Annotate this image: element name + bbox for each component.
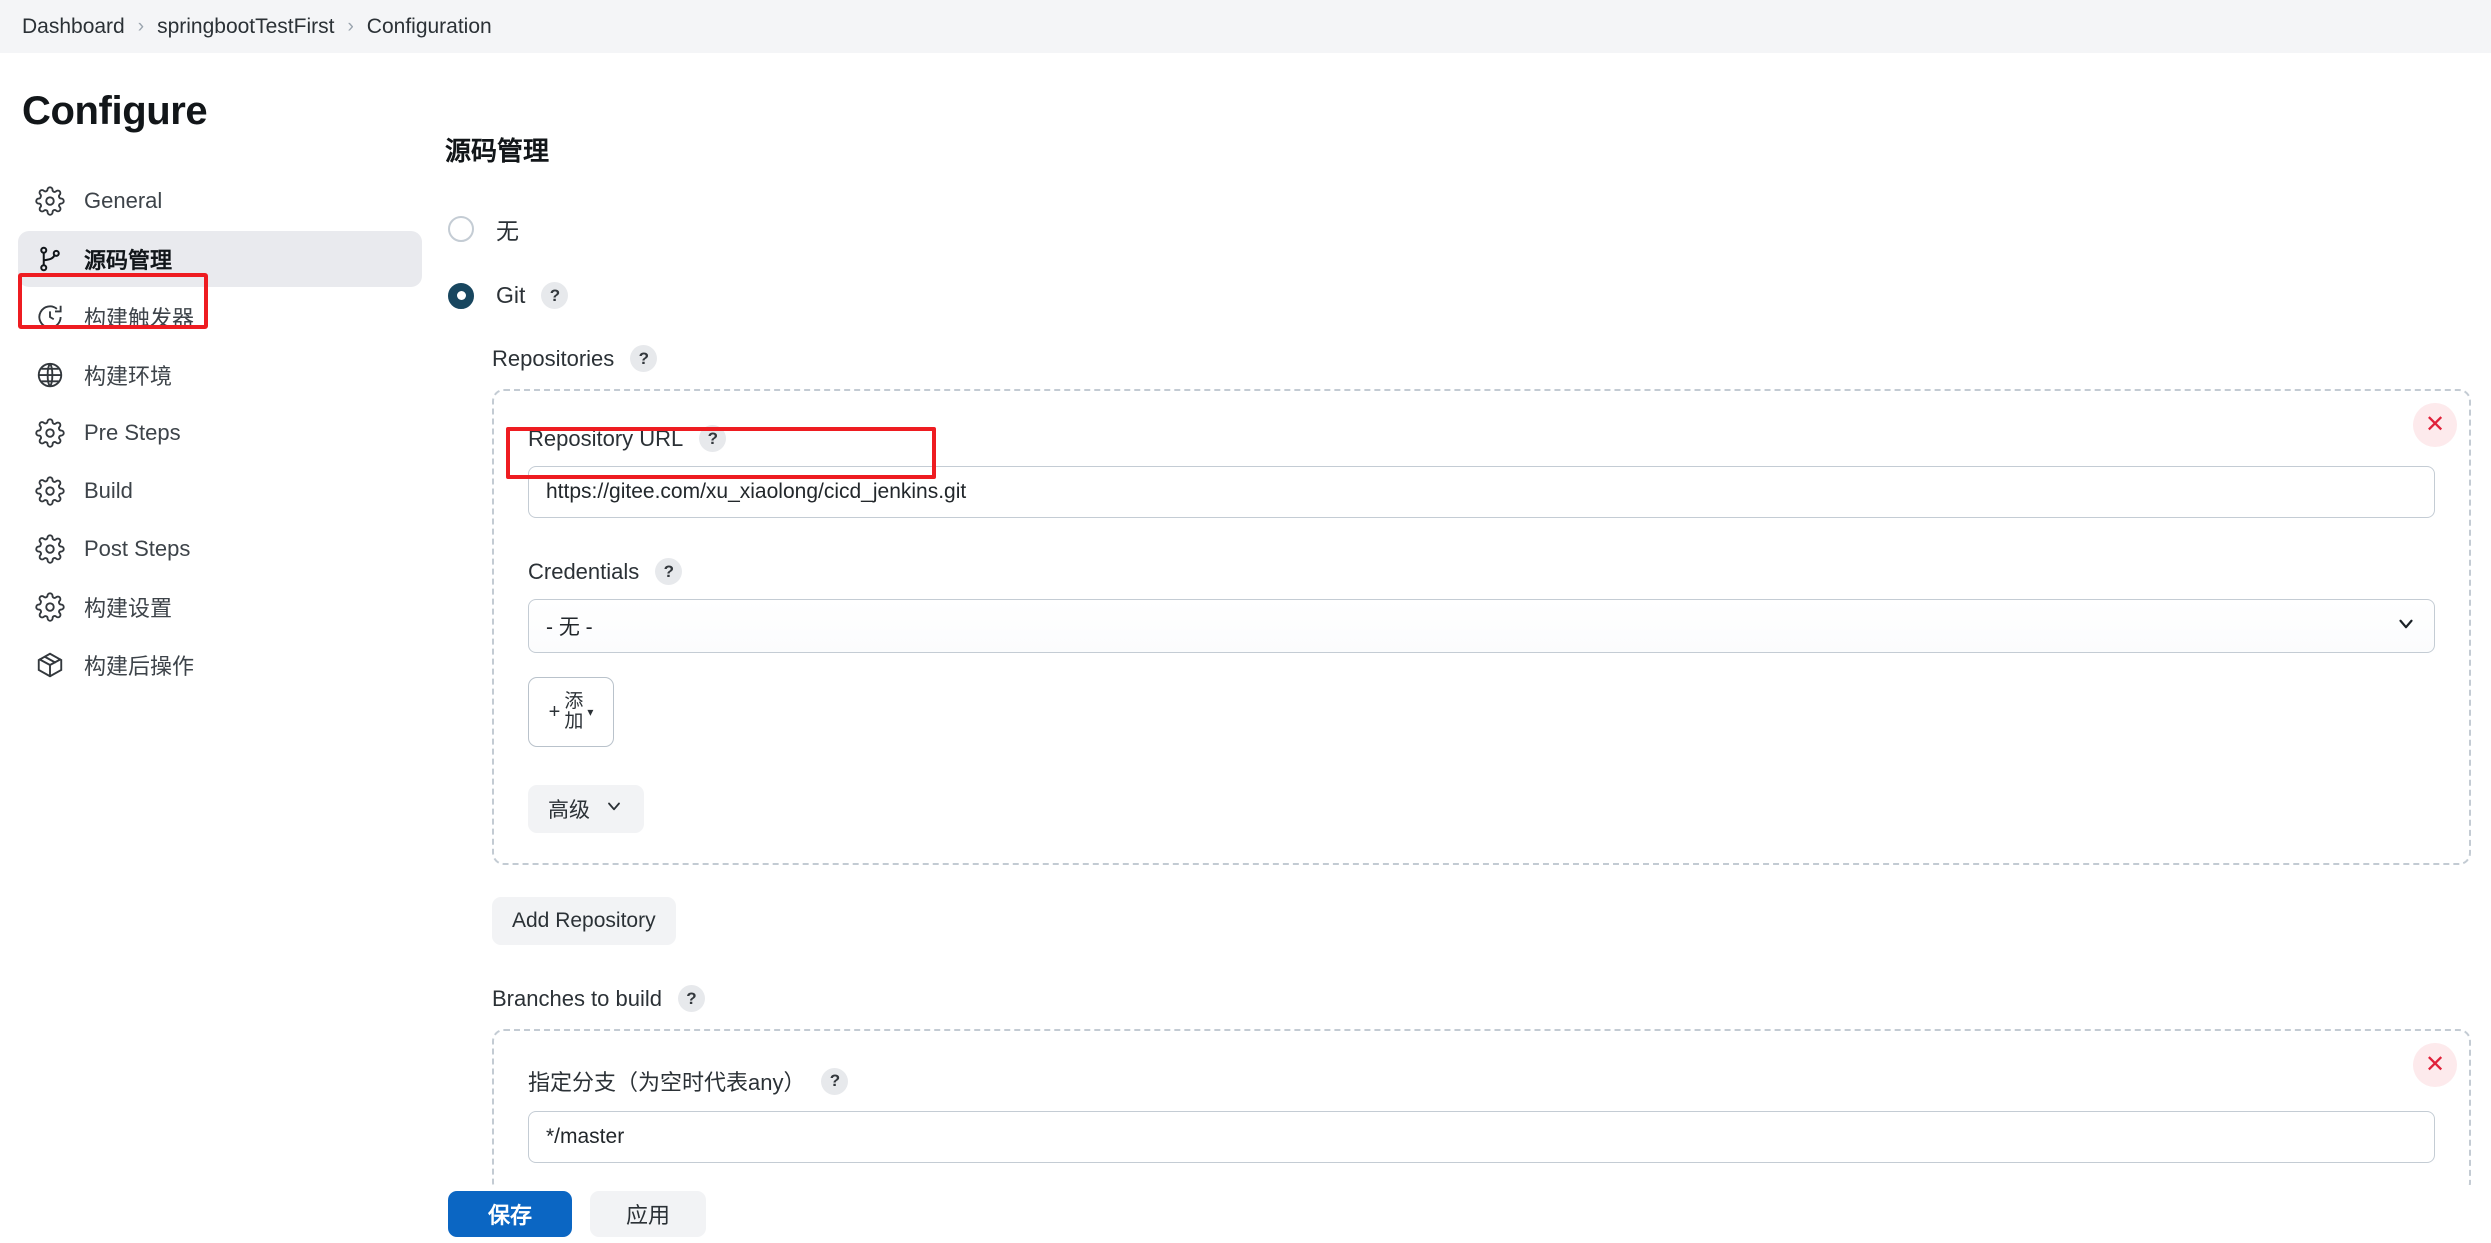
sidebar-item-label: Post Steps	[84, 536, 191, 561]
credentials-label: Credentials	[528, 558, 640, 584]
sidebar-item-label: 构建后操作	[84, 654, 195, 679]
branch-panel: ✕ 指定分支（为空时代表any） ?	[492, 1029, 2471, 1195]
breadcrumb-item-dashboard[interactable]: Dashboard	[22, 15, 125, 39]
clock-icon	[34, 301, 66, 333]
credentials-select[interactable]: - 无 -	[528, 599, 2435, 653]
main-content: 源码管理 无 Git ? Repositories ? ✕ Repository…	[440, 53, 2491, 1243]
help-icon-repository-url[interactable]: ?	[699, 425, 727, 452]
delete-branch-button[interactable]: ✕	[2413, 1043, 2457, 1087]
repository-panel: ✕ Repository URL ? Credentials ? - 无 -	[492, 389, 2471, 865]
sidebar-item-general[interactable]: General	[18, 173, 422, 229]
gear-icon	[34, 417, 66, 449]
sidebar-item-label: 构建触发器	[84, 306, 195, 331]
caret-down-icon: ▾	[587, 705, 594, 719]
repositories-label: Repositories	[492, 345, 615, 371]
sidebar-item-source-code-management[interactable]: 源码管理	[18, 231, 422, 287]
gear-icon	[34, 475, 66, 507]
sidebar: Configure General 源码管理 构建触发器 构建环境 Pre St…	[0, 53, 440, 1243]
scm-option-none[interactable]: 无	[440, 212, 2491, 246]
radio-git[interactable]	[448, 282, 474, 309]
breadcrumb-item-job[interactable]: springbootTestFirst	[157, 15, 334, 39]
package-icon	[34, 649, 66, 681]
branch-icon	[34, 243, 66, 275]
branch-spec-label: 指定分支（为空时代表any）	[528, 1070, 806, 1095]
breadcrumb-item-configuration[interactable]: Configuration	[367, 15, 492, 39]
globe-icon	[34, 359, 66, 391]
advanced-label: 高级	[548, 799, 590, 822]
add-credentials-label: 添加	[564, 691, 584, 732]
scm-option-label: Git	[496, 282, 526, 308]
git-config-body: Repositories ? ✕ Repository URL ? Creden…	[440, 345, 2491, 1243]
sidebar-nav: General 源码管理 构建触发器 构建环境 Pre Steps Build …	[0, 173, 440, 693]
radio-none[interactable]	[448, 216, 474, 242]
repositories-label-row: Repositories ?	[492, 345, 2471, 372]
sidebar-item-label: Pre Steps	[84, 420, 181, 445]
chevron-down-icon	[604, 796, 624, 822]
gear-icon	[34, 591, 66, 623]
section-title: 源码管理	[445, 136, 550, 166]
help-icon-credentials[interactable]: ?	[655, 558, 683, 585]
sidebar-item-label: Build	[84, 478, 133, 503]
help-icon-branch-spec[interactable]: ?	[821, 1067, 849, 1095]
sidebar-item-post-build-actions[interactable]: 构建后操作	[18, 637, 422, 693]
sidebar-item-label: General	[84, 188, 163, 213]
branch-spec-label-row: 指定分支（为空时代表any） ?	[528, 1065, 2435, 1097]
sidebar-item-label: 源码管理	[84, 248, 173, 273]
delete-repository-button[interactable]: ✕	[2413, 403, 2457, 447]
plus-icon: +	[548, 701, 561, 723]
breadcrumb-separator: ›	[137, 15, 145, 37]
branches-label-row: Branches to build ?	[492, 985, 2471, 1012]
breadcrumb: Dashboard › springbootTestFirst › Config…	[0, 0, 2491, 53]
apply-button[interactable]: 应用	[590, 1191, 707, 1237]
branch-spec-input[interactable]	[528, 1111, 2435, 1163]
sidebar-item-build-settings[interactable]: 构建设置	[18, 579, 422, 635]
help-icon-branches[interactable]: ?	[678, 985, 705, 1012]
breadcrumb-separator: ›	[347, 15, 354, 37]
sidebar-item-label: 构建环境	[84, 364, 173, 389]
page-body: Configure General 源码管理 构建触发器 构建环境 Pre St…	[0, 53, 2491, 1243]
repository-url-input[interactable]	[528, 466, 2435, 518]
page-title: Configure	[22, 89, 208, 133]
credentials-select-wrap: - 无 -	[528, 599, 2435, 653]
repository-url-label: Repository URL	[528, 425, 684, 451]
add-credentials-button[interactable]: + 添加 ▾	[528, 677, 614, 747]
help-icon-repositories[interactable]: ?	[630, 345, 658, 372]
sidebar-item-post-steps[interactable]: Post Steps	[18, 521, 422, 577]
scm-option-label: 无	[496, 218, 519, 244]
form-action-bar: 保存 应用	[0, 1185, 2491, 1243]
credentials-label-row: Credentials ?	[528, 558, 2435, 585]
gear-icon	[34, 185, 66, 217]
add-repository-button[interactable]: Add Repository	[492, 897, 676, 945]
gear-icon	[34, 533, 66, 565]
sidebar-item-label: 构建设置	[84, 596, 173, 621]
save-button[interactable]: 保存	[448, 1191, 573, 1237]
sidebar-item-build-triggers[interactable]: 构建触发器	[18, 289, 422, 345]
repository-url-label-row: Repository URL ?	[528, 425, 2435, 452]
sidebar-item-build-environment[interactable]: 构建环境	[18, 347, 422, 403]
help-icon-git[interactable]: ?	[541, 282, 569, 309]
scm-option-git[interactable]: Git ?	[440, 282, 2491, 309]
advanced-button[interactable]: 高级	[528, 785, 644, 833]
branches-label: Branches to build	[492, 985, 662, 1011]
sidebar-item-build[interactable]: Build	[18, 463, 422, 519]
sidebar-item-pre-steps[interactable]: Pre Steps	[18, 405, 422, 461]
